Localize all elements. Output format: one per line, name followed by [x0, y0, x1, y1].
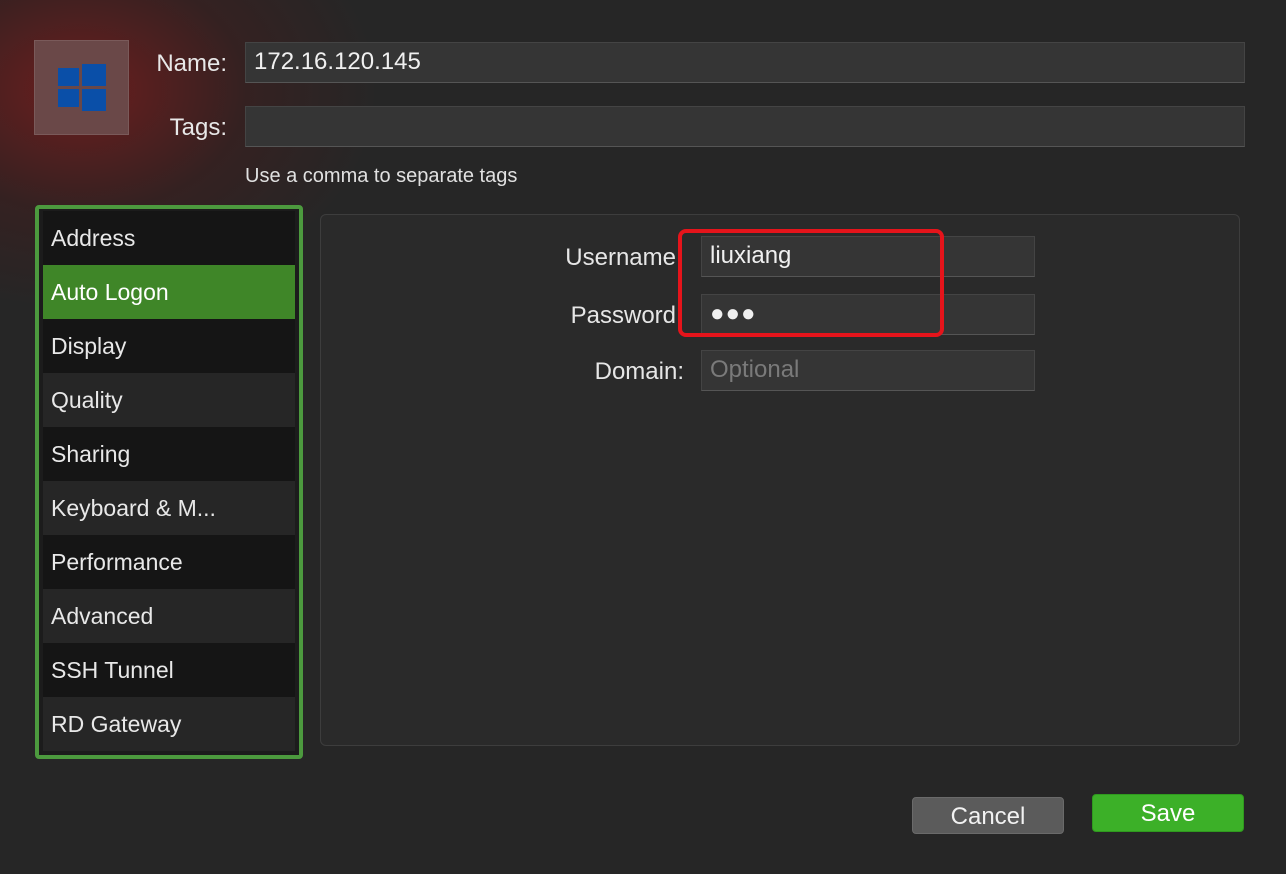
sidebar-item-keyboard-mouse[interactable]: Keyboard & M... — [43, 481, 295, 535]
domain-label: Domain: — [594, 358, 684, 385]
username-label: Username — [565, 244, 676, 271]
tags-hint: Use a comma to separate tags — [245, 165, 518, 187]
cancel-button[interactable]: Cancel — [912, 797, 1064, 834]
sidebar-item-sharing[interactable]: Sharing — [43, 427, 295, 481]
sidebar-item-ssh-tunnel[interactable]: SSH Tunnel — [43, 643, 295, 697]
sidebar-item-rd-gateway[interactable]: RD Gateway — [43, 697, 295, 751]
settings-sidebar: Address Auto Logon Display Quality Shari… — [35, 205, 303, 759]
save-button[interactable]: Save — [1092, 794, 1244, 832]
connection-settings-window: Name: 172.16.120.145 Tags: Use a comma t… — [0, 0, 1286, 874]
sidebar-item-auto-logon[interactable]: Auto Logon — [43, 265, 295, 319]
sidebar-item-quality[interactable]: Quality — [43, 373, 295, 427]
name-label: Name: — [156, 50, 227, 77]
sidebar-item-performance[interactable]: Performance — [43, 535, 295, 589]
credentials-highlight-annotation — [678, 229, 944, 337]
tags-label: Tags: — [169, 114, 227, 141]
sidebar-item-display[interactable]: Display — [43, 319, 295, 373]
tags-field[interactable] — [245, 106, 1245, 147]
domain-field[interactable]: Optional — [701, 350, 1035, 391]
windows-logo-icon — [57, 63, 106, 111]
sidebar-item-advanced[interactable]: Advanced — [43, 589, 295, 643]
name-field[interactable]: 172.16.120.145 — [245, 42, 1245, 83]
sidebar-item-address[interactable]: Address — [43, 211, 295, 265]
password-label: Password — [570, 302, 676, 329]
